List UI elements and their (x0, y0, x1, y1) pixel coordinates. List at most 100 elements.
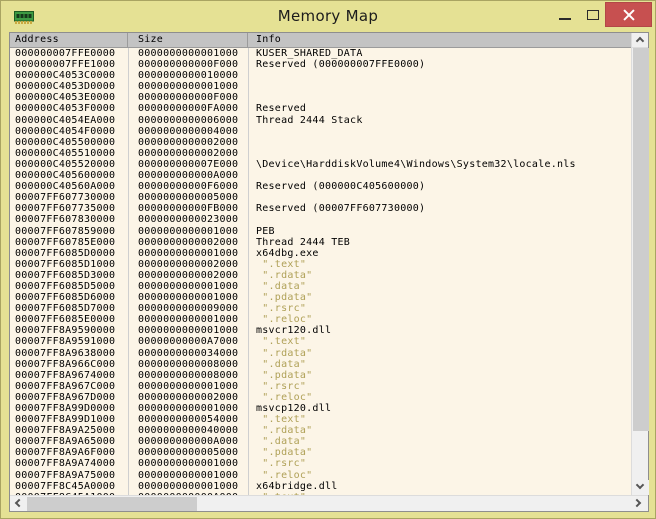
info-cell: x64bridge.dll (248, 481, 631, 492)
size-cell: 0000000000009000 (128, 303, 248, 314)
table-row[interactable]: 00007FF6085D30000000000000002000 ".rdata… (10, 270, 631, 281)
minimize-button[interactable] (551, 2, 579, 27)
table-body: 000000007FFE00000000000000001000KUSER_SH… (10, 48, 631, 495)
table-row[interactable]: 00007FF8A966C0000000000000008000 ".data" (10, 359, 631, 370)
address-cell: 00007FF6085D5000 (10, 281, 128, 292)
address-cell: 00007FF6085D6000 (10, 292, 128, 303)
table-row[interactable]: 00007FF8A967C0000000000000001000 ".rsrc" (10, 381, 631, 392)
table-row[interactable]: 000000C405520000000000000007E000\Device\… (10, 159, 631, 170)
scroll-left-button[interactable] (10, 496, 27, 511)
size-cell: 0000000000005000 (128, 192, 248, 203)
table-row[interactable]: 000000C4055000000000000000002000 (10, 137, 631, 148)
info-cell: ".reloc" (248, 314, 631, 325)
info-cell: ".pdata" (248, 292, 631, 303)
chevron-down-icon (636, 481, 644, 489)
size-cell: 0000000000008000 (128, 370, 248, 381)
table-row[interactable]: 00007FF8A99D10000000000000054000 ".text" (10, 414, 631, 425)
table-row[interactable]: 00007FF6085D50000000000000001000 ".data" (10, 281, 631, 292)
size-cell: 0000000000002000 (128, 148, 248, 159)
table-row[interactable]: 00007FF8C45A00000000000000001000x64bridg… (10, 481, 631, 492)
address-cell: 00007FF8A9674000 (10, 370, 128, 381)
vertical-scrollbar-thumb[interactable] (633, 48, 649, 431)
table-row[interactable]: 00007FF8A96380000000000000034000 ".rdata… (10, 348, 631, 359)
size-cell: 0000000000005000 (128, 447, 248, 458)
table-header: Address Size Info (10, 33, 631, 48)
size-cell: 0000000000008000 (128, 359, 248, 370)
chevron-right-icon (633, 499, 641, 507)
size-cell: 0000000000054000 (128, 414, 248, 425)
size-cell: 000000000000F000 (128, 92, 248, 103)
info-cell (248, 137, 631, 148)
table-row[interactable]: 00007FF8A95900000000000000001000msvcr120… (10, 325, 631, 336)
column-header-address[interactable]: Address (10, 33, 128, 47)
address-cell: 000000C4053C0000 (10, 70, 128, 81)
table-row[interactable]: 00007FF8A9A6F0000000000000005000 ".pdata… (10, 447, 631, 458)
address-cell: 000000C40560A000 (10, 181, 128, 192)
table-row[interactable]: 00007FF6078590000000000000001000PEB (10, 226, 631, 237)
scroll-right-button[interactable] (631, 496, 648, 511)
info-cell: ".rdata" (248, 425, 631, 436)
table-row[interactable]: 000000007FFE1000000000000000F000Reserved… (10, 59, 631, 70)
horizontal-scrollbar[interactable] (10, 495, 648, 511)
maximize-button[interactable] (581, 2, 605, 27)
address-cell: 00007FF8A9638000 (10, 348, 128, 359)
table-row[interactable]: 00007FF8A9A750000000000000001000 ".reloc… (10, 470, 631, 481)
table-row[interactable]: 00007FF6085D60000000000000001000 ".pdata… (10, 292, 631, 303)
table-row[interactable]: 000000C4053E0000000000000000F000 (10, 92, 631, 103)
column-header-size[interactable]: Size (128, 33, 248, 47)
info-cell: Thread 2444 TEB (248, 237, 631, 248)
address-cell: 00007FF8A9A25000 (10, 425, 128, 436)
table-row[interactable]: 000000C40560A00000000000000F6000Reserved… (10, 181, 631, 192)
size-cell: 000000000007E000 (128, 159, 248, 170)
titlebar[interactable]: Memory Map (1, 1, 655, 31)
address-cell: 00007FF6085D3000 (10, 270, 128, 281)
info-cell (248, 126, 631, 137)
table-row[interactable]: 00007FF60773500000000000000FB000Reserved… (10, 203, 631, 214)
size-cell: 0000000000001000 (128, 48, 248, 59)
info-cell: ".rdata" (248, 270, 631, 281)
vertical-scrollbar[interactable] (631, 48, 648, 495)
info-cell (248, 170, 631, 181)
table-row[interactable]: 00007FF6085E00000000000000001000 ".reloc… (10, 314, 631, 325)
table-row[interactable]: 000000C4053F000000000000000FA000Reserved (10, 103, 631, 114)
table-row[interactable]: 000000007FFE00000000000000001000KUSER_SH… (10, 48, 631, 59)
table-row[interactable]: 00007FF6085D70000000000000009000 ".rsrc" (10, 303, 631, 314)
address-cell: 000000C4053F0000 (10, 103, 128, 114)
table-row[interactable]: 00007FF8A9A250000000000000040000 ".rdata… (10, 425, 631, 436)
close-button[interactable] (605, 2, 652, 27)
table-row[interactable]: 00007FF8A967D0000000000000002000 ".reloc… (10, 392, 631, 403)
scroll-down-button[interactable] (632, 480, 649, 495)
table-row[interactable]: 000000C405600000000000000000A000 (10, 170, 631, 181)
address-cell: 00007FF8A9A6F000 (10, 447, 128, 458)
table-row[interactable]: 00007FF8A99D00000000000000001000msvcp120… (10, 403, 631, 414)
table-row[interactable]: 00007FF8A96740000000000000008000 ".pdata… (10, 370, 631, 381)
address-cell: 000000007FFE0000 (10, 48, 128, 59)
table-row[interactable]: 000000C4055100000000000000002000 (10, 148, 631, 159)
table-row[interactable]: 000000C4054EA0000000000000006000Thread 2… (10, 115, 631, 126)
info-cell: ".rsrc" (248, 381, 631, 392)
table-row[interactable]: 00007FF6085D10000000000000002000 ".text" (10, 259, 631, 270)
address-cell: 00007FF607735000 (10, 203, 128, 214)
column-header-info[interactable]: Info (248, 33, 631, 47)
info-cell: Reserved (248, 103, 631, 114)
scroll-up-button[interactable] (631, 33, 648, 48)
info-cell: ".text" (248, 259, 631, 270)
table-row[interactable]: 000000C4053C00000000000000010000 (10, 70, 631, 81)
address-cell: 000000C4054F0000 (10, 126, 128, 137)
info-cell: ".rdata" (248, 348, 631, 359)
table-row[interactable]: 00007FF6085D00000000000000001000x64dbg.e… (10, 248, 631, 259)
info-cell: ".text" (248, 336, 631, 347)
table-row[interactable]: 00007FF60785E0000000000000002000Thread 2… (10, 237, 631, 248)
table-row[interactable]: 00007FF8A9A740000000000000001000 ".rsrc" (10, 458, 631, 469)
table-row[interactable]: 00007FF6077300000000000000005000 (10, 192, 631, 203)
table-row[interactable]: 000000C4054F00000000000000004000 (10, 126, 631, 137)
address-cell: 000000007FFE1000 (10, 59, 128, 70)
table-row[interactable]: 00007FF6078300000000000000023000 (10, 214, 631, 225)
size-cell: 0000000000002000 (128, 270, 248, 281)
size-cell: 0000000000006000 (128, 115, 248, 126)
table-row[interactable]: 00007FF8A959100000000000000A7000 ".text" (10, 336, 631, 347)
table-row[interactable]: 000000C4053D00000000000000001000 (10, 81, 631, 92)
horizontal-scrollbar-thumb[interactable] (27, 497, 197, 511)
size-cell: 0000000000001000 (128, 292, 248, 303)
table-row[interactable]: 00007FF8A9A65000000000000000A000 ".data" (10, 436, 631, 447)
